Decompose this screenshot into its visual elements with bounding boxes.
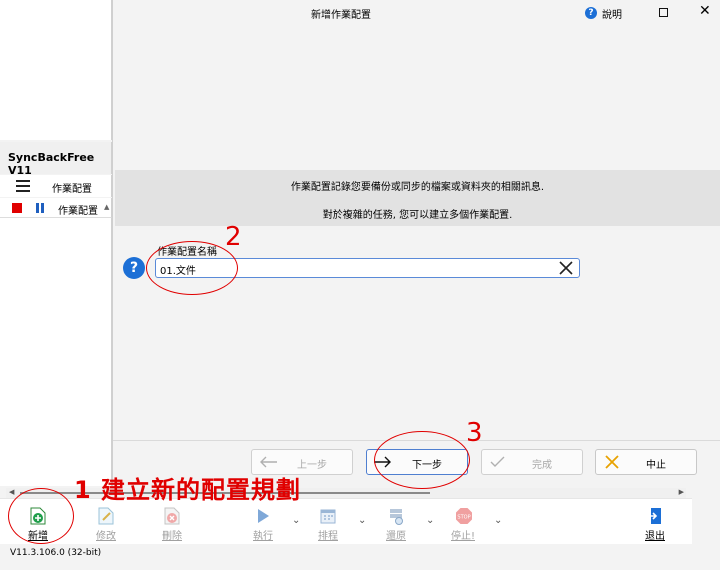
help-question-icon[interactable]: ? [585,7,597,19]
app-title: SyncBackFree V11 [0,142,112,177]
window-edge [692,486,720,570]
annotation-circle-3 [374,431,470,489]
edit-profile-icon [98,507,114,525]
cancel-x-icon [605,455,619,469]
restore-dropdown-chevron-icon[interactable]: ⌄ [426,515,434,526]
exit-button[interactable]: 退出 [635,505,675,543]
stop-sign-icon: STOP [455,507,472,525]
scroll-left-icon[interactable]: ◀ [9,488,14,496]
restore-button[interactable]: 還原 [376,505,416,543]
annotation-step1-text: 1 建立新的配置規劃 [74,476,302,504]
cancel-button[interactable]: 中止 [595,449,697,475]
arrow-left-icon [260,456,277,468]
schedule-calendar-icon [320,507,336,525]
version-status: V11.3.106.0 (32-bit) [10,548,102,558]
exit-door-icon [647,507,663,525]
run-dropdown-chevron-icon[interactable]: ⌄ [292,515,300,526]
menu-row: 作業配置 [0,175,112,197]
profile-list-header: 作業配置 ▲ [0,198,112,218]
delete-button[interactable]: 刪除 [152,505,192,543]
annotation-number-3: 3 [466,418,483,448]
sort-arrow-icon: ▲ [104,203,110,211]
stop-dropdown-chevron-icon[interactable]: ⌄ [494,515,502,526]
delete-profile-icon [164,507,180,525]
dialog-titlebar: 新增作業配置 ? 說明 ✕ [113,0,720,26]
info-panel: 作業配置記錄您要備份或同步的檔案或資料夾的相關訊息. 對於複雜的任務, 您可以建… [115,170,720,226]
profile-list[interactable] [0,218,112,486]
svg-text:STOP: STOP [457,515,470,521]
annotation-number-2: 2 [225,222,242,252]
run-play-icon [255,507,271,525]
stop-status-icon [12,203,22,213]
edit-button[interactable]: 修改 [86,505,126,543]
close-icon[interactable]: ✕ [699,3,711,19]
pause-status-icon [36,203,46,213]
schedule-button[interactable]: 排程 [308,505,348,543]
checkmark-icon [490,456,505,467]
dialog-title: 新增作業配置 [311,10,371,21]
schedule-dropdown-chevron-icon[interactable]: ⌄ [358,515,366,526]
clear-input-icon[interactable] [557,259,575,277]
help-button[interactable]: 說明 [602,6,622,21]
run-button[interactable]: 執行 [243,505,283,543]
column-header-profile[interactable]: 作業配置 [58,202,98,217]
stop-button[interactable]: STOP 停止! [443,505,483,543]
field-help-icon[interactable]: ? [123,257,145,279]
annotation-circle-1 [8,488,74,544]
hamburger-menu-icon[interactable] [16,180,30,192]
info-text-line2: 對於複雜的任務, 您可以建立多個作業配置. [322,210,513,221]
restore-icon [388,507,404,525]
main-window-top-area [0,0,112,140]
maximize-icon[interactable] [659,8,668,17]
finish-button[interactable]: 完成 [481,449,583,475]
menu-profile-label[interactable]: 作業配置 [52,180,92,195]
scroll-right-icon[interactable]: ▶ [679,488,684,496]
info-text-line1: 作業配置記錄您要備份或同步的檔案或資料夾的相關訊息. [290,182,545,193]
